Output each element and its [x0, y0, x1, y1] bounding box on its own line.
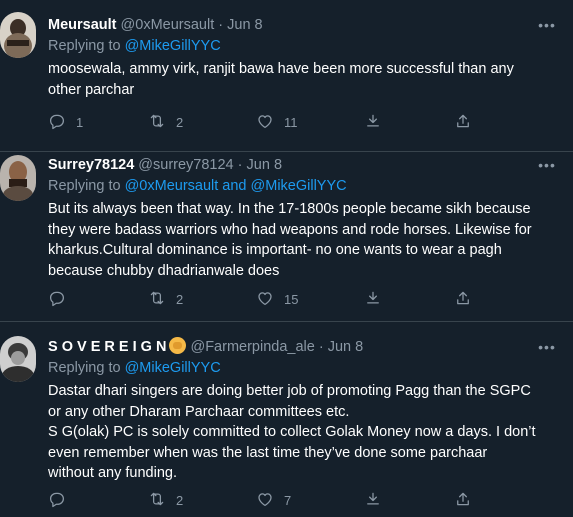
tweet-body: S O V E R E I G N @Farmerpinda_ale · Jun…: [48, 337, 536, 484]
tweet-3[interactable]: S O V E R E I G N @Farmerpinda_ale · Jun…: [0, 322, 573, 517]
replying-to-label: Replying to: [48, 178, 121, 194]
avatar[interactable]: [0, 12, 36, 58]
tweet-text-line: without any funding.: [48, 465, 177, 481]
tweet-text: moosewala, ammy virk, ranjit bawa have b…: [48, 59, 533, 100]
display-name[interactable]: S O V E R E I G N: [48, 339, 166, 355]
replying-to-link[interactable]: @MikeGillYYC: [125, 38, 221, 54]
replying-to-label: Replying to: [48, 38, 121, 54]
reply-icon: [48, 289, 66, 310]
user-handle[interactable]: @Farmerpinda_ale: [190, 339, 314, 355]
tweet-actions: 1 2 11: [48, 112, 488, 132]
tweet-text-line: But its always been that way. In the 17-…: [48, 201, 531, 217]
reply-button[interactable]: [48, 289, 76, 309]
user-handle[interactable]: @0xMeursault: [121, 17, 215, 33]
retweet-icon: [148, 112, 166, 133]
share-button[interactable]: [454, 490, 472, 510]
tweet-date[interactable]: Jun 8: [227, 17, 262, 33]
more-icon[interactable]: •••: [537, 18, 557, 34]
separator-dot: ·: [318, 339, 324, 355]
like-button[interactable]: 7: [256, 490, 291, 510]
heart-icon: [256, 289, 274, 310]
tweet-2[interactable]: Surrey78124 @surrey78124 · Jun 8 Replyin…: [0, 152, 573, 322]
retweet-icon: [148, 289, 166, 310]
download-button[interactable]: [364, 490, 382, 510]
reply-icon: [48, 112, 66, 133]
raised-fist-emoji: [169, 337, 187, 354]
like-count: 7: [284, 492, 292, 508]
download-button[interactable]: [364, 289, 382, 309]
avatar[interactable]: [0, 336, 36, 382]
download-icon: [364, 289, 382, 310]
tweet-text-line: moosewala, ammy virk, ranjit bawa have b…: [48, 61, 514, 77]
user-handle[interactable]: @surrey78124: [138, 157, 233, 173]
share-icon: [454, 490, 472, 511]
tweet-actions: 2 7: [48, 490, 488, 510]
replying-to: Replying to @MikeGillYYC: [48, 37, 533, 55]
tweet-header: S O V E R E I G N @Farmerpinda_ale · Jun…: [48, 337, 533, 356]
like-button[interactable]: 11: [256, 112, 298, 132]
replying-to: Replying to @MikeGillYYC: [48, 359, 533, 377]
like-button[interactable]: 15: [256, 289, 298, 309]
heart-icon: [256, 112, 274, 133]
tweet-actions: 2 15: [48, 289, 488, 309]
tweet-text-line: because chubby dhadrianwale does: [48, 262, 280, 279]
display-name[interactable]: Surrey78124: [48, 157, 134, 173]
download-button[interactable]: [364, 112, 382, 132]
tweet-date[interactable]: Jun 8: [247, 157, 282, 173]
like-count: 11: [284, 114, 298, 130]
tweet-date[interactable]: Jun 8: [328, 339, 363, 355]
tweet-text-line: S G(olak) PC is solely committed to coll…: [48, 424, 536, 440]
display-name[interactable]: Meursault: [48, 17, 117, 33]
share-icon: [454, 289, 472, 310]
share-button[interactable]: [454, 289, 472, 309]
separator-dot: ·: [218, 17, 224, 33]
retweet-button[interactable]: 2: [148, 289, 183, 309]
reply-button[interactable]: [48, 490, 76, 510]
tweet-header: Surrey78124 @surrey78124 · Jun 8: [48, 156, 533, 174]
retweet-button[interactable]: 2: [148, 112, 183, 132]
retweet-button[interactable]: 2: [148, 490, 183, 510]
tweet-body: Meursault @0xMeursault · Jun 8 Replying …: [48, 16, 533, 100]
retweet-count: 2: [176, 291, 184, 307]
tweet-text: Dastar dhari singers are doing better jo…: [48, 381, 536, 484]
reply-button[interactable]: 1: [48, 112, 83, 132]
separator-dot: ·: [237, 157, 243, 173]
reply-icon: [48, 490, 66, 511]
share-button[interactable]: [454, 112, 472, 132]
like-count: 15: [284, 291, 299, 307]
share-icon: [454, 112, 472, 133]
replying-to: Replying to @0xMeursault and @MikeGillYY…: [48, 177, 533, 195]
tweet-text-line: other parchar: [48, 81, 135, 98]
retweet-count: 2: [176, 492, 184, 508]
heart-icon: [256, 490, 274, 511]
more-icon[interactable]: •••: [537, 340, 557, 356]
replying-to-label: Replying to: [48, 360, 121, 376]
tweet-text-line: or any other Dharam Parchaar committees …: [48, 403, 350, 420]
tweet-header: Meursault @0xMeursault · Jun 8: [48, 16, 533, 34]
download-icon: [364, 490, 382, 511]
tweet-text-line: even remember when was the last time the…: [48, 444, 488, 461]
tweet-1[interactable]: Meursault @0xMeursault · Jun 8 Replying …: [0, 0, 573, 152]
retweet-count: 2: [176, 114, 184, 130]
retweet-icon: [148, 490, 166, 511]
replying-to-link[interactable]: @0xMeursault and @MikeGillYYC: [125, 178, 347, 194]
tweet-body: Surrey78124 @surrey78124 · Jun 8 Replyin…: [48, 156, 533, 281]
tweet-text-line: they were badass warriors who had weapon…: [48, 221, 532, 238]
reply-count: 1: [76, 114, 84, 130]
tweet-text: But its always been that way. In the 17-…: [48, 199, 533, 281]
replying-to-link[interactable]: @MikeGillYYC: [125, 360, 221, 376]
more-icon[interactable]: •••: [537, 158, 557, 174]
download-icon: [364, 112, 382, 133]
tweet-text-line: kharkus.Cultural dominance is important-…: [48, 242, 502, 258]
avatar[interactable]: [0, 155, 36, 201]
tweet-text-line: Dastar dhari singers are doing better jo…: [48, 383, 531, 399]
